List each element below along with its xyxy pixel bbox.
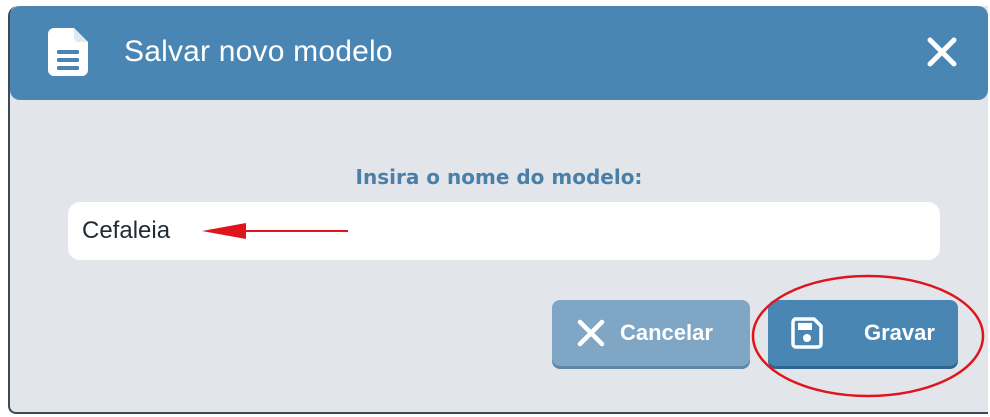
cancel-button[interactable]: Cancelar: [552, 300, 750, 366]
dialog-header: Salvar novo modelo: [10, 6, 988, 100]
red-ellipse-highlight: [751, 274, 985, 398]
dialog-title: Salvar novo modelo: [124, 35, 393, 68]
close-icon[interactable]: [924, 34, 960, 70]
red-arrow-icon: [202, 223, 348, 239]
model-name-field-wrapper: [68, 202, 940, 260]
save-model-dialog: Salvar novo modelo Insira o nome do mode…: [8, 6, 988, 414]
cancel-button-label: Cancelar: [620, 320, 713, 345]
document-icon: [48, 28, 88, 76]
model-name-input[interactable]: [68, 202, 940, 260]
x-icon: [577, 319, 605, 347]
model-name-label: Insira o nome do modelo:: [355, 165, 643, 189]
